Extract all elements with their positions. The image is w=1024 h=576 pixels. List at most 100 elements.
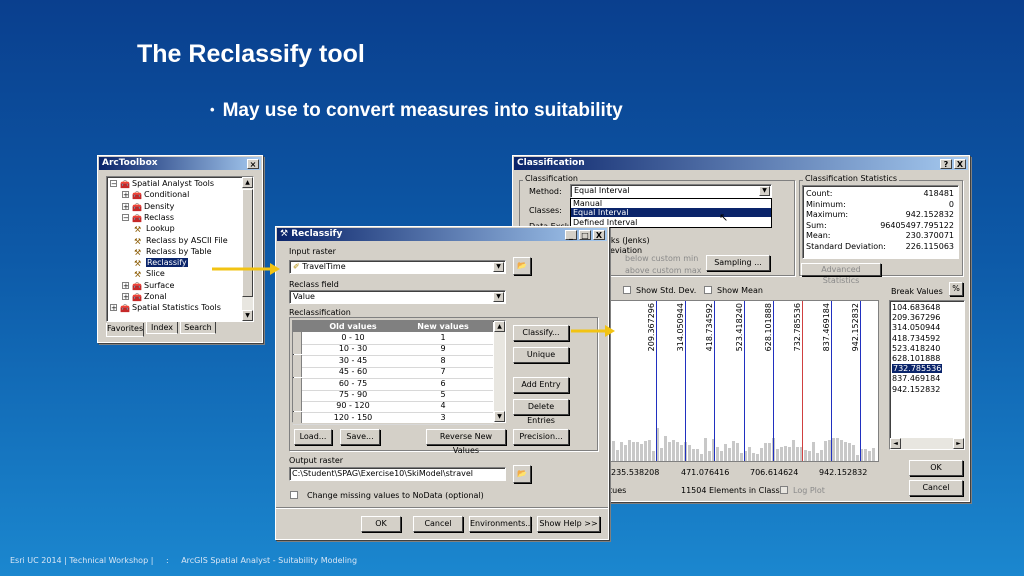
break-value-item[interactable]: 837.469184: [892, 374, 940, 383]
new-value-cell[interactable]: 3: [398, 412, 488, 424]
histogram[interactable]: 209.367296 314.050944 418.734592 523.418240…: [609, 300, 879, 462]
old-value-cell[interactable]: 60 - 75: [313, 378, 393, 390]
classification-cancel-button[interactable]: Cancel: [909, 480, 963, 496]
old-value-cell[interactable]: 120 - 150: [313, 412, 393, 424]
scroll-left-icon[interactable]: ◄: [890, 438, 901, 449]
tree-item[interactable]: − 🧰 Reclass: [122, 213, 174, 223]
tree-item[interactable]: + 🧰 Spatial Statistics Tools: [110, 303, 221, 313]
scroll-up-icon[interactable]: ▲: [242, 177, 253, 188]
collapse-icon[interactable]: −: [110, 180, 117, 188]
break-list-hscroll[interactable]: ◄ ►: [890, 438, 964, 449]
old-value-cell[interactable]: 10 - 30: [313, 343, 393, 355]
break-value-item[interactable]: 732.785536: [892, 364, 943, 374]
add-entry-button[interactable]: Add Entry: [513, 377, 569, 393]
scroll-down-icon[interactable]: ▼: [242, 310, 253, 321]
tree-item[interactable]: ⚒ Reclass by ASCII File: [134, 236, 228, 246]
expand-icon[interactable]: +: [122, 281, 129, 289]
classification-ok-button[interactable]: OK: [909, 460, 963, 476]
tab-search[interactable]: Search: [180, 322, 216, 334]
unique-button[interactable]: Unique: [513, 347, 569, 363]
tree-item[interactable]: ⚒ Reclass by Table: [134, 247, 212, 257]
old-value-cell[interactable]: 0 - 10: [313, 332, 393, 344]
break-value-item[interactable]: 104.683648: [892, 303, 940, 312]
precision-button[interactable]: Precision...: [513, 429, 569, 445]
expand-icon[interactable]: +: [122, 191, 129, 199]
reclassify-close-button[interactable]: X: [593, 230, 605, 240]
tree-item[interactable]: + 🧰 Zonal: [122, 292, 167, 302]
break-line[interactable]: [656, 301, 658, 461]
reclassify-ok-button[interactable]: OK: [361, 516, 401, 532]
reclass-table[interactable]: Old values New values 0 - 10 1 10 - 30 9 30 …: [292, 320, 506, 425]
chevron-down-icon[interactable]: ▼: [493, 292, 504, 302]
table-row[interactable]: 120 - 150 3: [293, 411, 493, 425]
row-header[interactable]: [293, 400, 302, 412]
show-std-dev-checkbox[interactable]: [623, 286, 631, 294]
output-raster-field[interactable]: C:\Student\SPAG\Exercise10\SkiModel\stra…: [289, 467, 506, 481]
break-line[interactable]: [830, 301, 832, 461]
method-options-list[interactable]: Manual Equal Interval Defined Interval ↖: [570, 198, 772, 228]
tab-favorites[interactable]: Favorites: [106, 323, 144, 337]
sampling-button[interactable]: Sampling ...: [706, 255, 770, 271]
collapse-icon[interactable]: −: [122, 213, 129, 221]
scroll-down-icon[interactable]: ▼: [494, 411, 505, 422]
help-button[interactable]: ?: [940, 159, 952, 169]
delete-entries-button[interactable]: Delete Entries: [513, 399, 569, 425]
browse-output-folder-icon[interactable]: 📂: [513, 465, 531, 483]
row-header[interactable]: [293, 354, 302, 366]
new-value-cell[interactable]: 6: [398, 378, 488, 390]
reverse-new-values-button[interactable]: Reverse New Values: [426, 429, 506, 455]
arctoolbox-close-button[interactable]: ×: [247, 159, 259, 169]
new-value-cell[interactable]: 8: [398, 355, 488, 367]
row-header[interactable]: [293, 366, 302, 378]
save-button[interactable]: Save...: [340, 429, 380, 445]
tab-index[interactable]: Index: [146, 322, 178, 334]
break-values-list[interactable]: 104.683648 209.367296 314.050944 418.734592…: [889, 300, 965, 450]
break-value-item[interactable]: 418.734592: [892, 334, 940, 343]
tree-item[interactable]: ⚒ Lookup: [134, 224, 175, 234]
new-value-cell[interactable]: 7: [398, 366, 488, 378]
show-mean-checkbox[interactable]: [704, 286, 712, 294]
method-option[interactable]: Manual: [571, 199, 771, 208]
break-value-item[interactable]: 209.367296: [892, 313, 940, 322]
tree-item[interactable]: − 🧰 Spatial Analyst Tools: [110, 179, 214, 189]
row-header[interactable]: [293, 332, 302, 343]
break-value-item[interactable]: 942.152832: [892, 385, 940, 394]
classification-close-button[interactable]: X: [954, 159, 966, 169]
percent-icon[interactable]: %: [949, 282, 963, 296]
minimize-button[interactable]: _: [565, 230, 577, 240]
input-raster-dropdown[interactable]: ✐ TravelTime ▼: [289, 260, 506, 274]
table-scrollbar[interactable]: ▲ ▼: [494, 321, 505, 422]
break-value-item[interactable]: 628.101888: [892, 354, 940, 363]
new-value-cell[interactable]: 5: [398, 389, 488, 401]
tree-item[interactable]: ⚒ Slice: [134, 269, 165, 279]
scroll-up-icon[interactable]: ▲: [494, 321, 505, 332]
tree-scroll-thumb[interactable]: [242, 189, 253, 297]
reclass-field-dropdown[interactable]: Value ▼: [289, 290, 506, 304]
break-value-item[interactable]: 314.050944: [892, 323, 940, 332]
row-header[interactable]: [293, 389, 302, 400]
browse-input-folder-icon[interactable]: 📂: [513, 257, 531, 275]
old-value-cell[interactable]: 45 - 60: [313, 366, 393, 378]
row-header[interactable]: [293, 411, 302, 423]
expand-icon[interactable]: +: [122, 202, 129, 210]
row-header[interactable]: [293, 377, 302, 389]
old-value-cell[interactable]: 90 - 120: [313, 400, 393, 412]
reclassify-cancel-button[interactable]: Cancel: [413, 516, 463, 532]
classify-button[interactable]: Classify...: [513, 325, 569, 341]
nodata-checkbox[interactable]: [290, 491, 298, 499]
tree-item[interactable]: + 🧰 Surface: [122, 281, 174, 291]
chevron-down-icon[interactable]: ▼: [493, 262, 504, 272]
expand-icon[interactable]: +: [122, 293, 129, 301]
advanced-statistics-button[interactable]: Advanced Statistics: [801, 263, 881, 285]
break-value-item[interactable]: 523.418240: [892, 344, 940, 353]
tree-item[interactable]: ⚒ Reclassify: [134, 258, 188, 268]
method-dropdown[interactable]: Equal Interval ▼: [570, 184, 772, 198]
new-value-cell[interactable]: 4: [398, 400, 488, 412]
break-line[interactable]: [714, 301, 716, 461]
log-plot-checkbox[interactable]: [780, 486, 788, 494]
environments-button[interactable]: Environments...: [469, 516, 533, 532]
old-value-cell[interactable]: 30 - 45: [313, 355, 393, 367]
old-value-cell[interactable]: 75 - 90: [313, 389, 393, 401]
break-line[interactable]: [860, 301, 861, 461]
tree-item[interactable]: + 🧰 Density: [122, 202, 174, 212]
